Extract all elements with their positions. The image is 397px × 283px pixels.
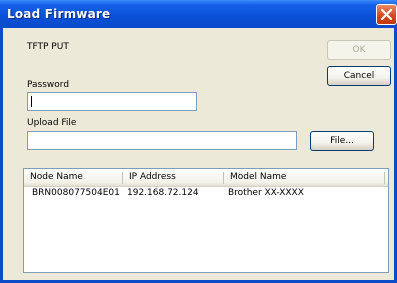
upload-file-label: Upload File xyxy=(27,118,77,128)
cell-ip-address: 192.168.72.124 xyxy=(127,188,199,198)
upload-file-field[interactable] xyxy=(27,131,297,150)
password-label: Password xyxy=(27,80,70,90)
cell-node-name: BRN008077504E01 xyxy=(32,188,120,198)
password-field[interactable] xyxy=(27,92,197,111)
title-bar[interactable]: Load Firmware xyxy=(0,0,397,28)
column-model-name[interactable]: Model Name xyxy=(224,169,384,186)
load-firmware-dialog: Load Firmware TFTP PUT OK Cancel Passwor… xyxy=(0,0,397,283)
column-separator[interactable] xyxy=(384,172,385,184)
cancel-button[interactable]: Cancel xyxy=(327,66,391,86)
file-browse-button[interactable]: File... xyxy=(310,131,374,151)
list-header: Node Name IP Address Model Name xyxy=(24,169,388,187)
close-icon xyxy=(381,9,392,20)
cell-model-name: Brother XX-XXXX xyxy=(228,188,304,198)
close-button[interactable] xyxy=(376,4,397,25)
protocol-label: TFTP PUT xyxy=(27,42,69,52)
column-ip-address[interactable]: IP Address xyxy=(123,169,223,186)
text-caret xyxy=(31,96,32,107)
node-list[interactable]: Node Name IP Address Model Name BRN00807… xyxy=(23,168,389,273)
ok-button[interactable]: OK xyxy=(327,40,391,60)
column-node-name[interactable]: Node Name xyxy=(24,169,122,186)
window-title: Load Firmware xyxy=(7,7,111,21)
